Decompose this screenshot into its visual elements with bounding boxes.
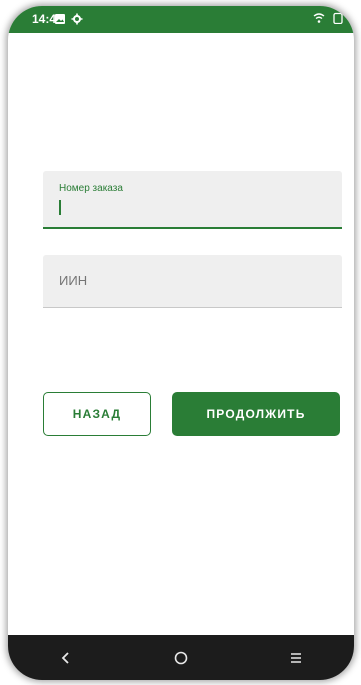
app-screen: Номер заказа НАЗАД ПРОДОЛЖИТЬ <box>8 33 354 635</box>
order-number-input[interactable] <box>59 199 319 214</box>
back-button[interactable]: НАЗАД <box>43 392 151 436</box>
home-icon[interactable] <box>173 650 189 666</box>
status-bar: 14:46 <box>8 6 354 33</box>
order-number-field[interactable]: Номер заказа <box>43 171 342 229</box>
phone-frame: 14:46 Номер заказа ИИН НАЗАД ПРОДОЛЖИТЬ <box>8 6 354 680</box>
continue-button[interactable]: ПРОДОЛЖИТЬ <box>172 392 340 436</box>
image-icon <box>55 14 65 24</box>
iin-input[interactable] <box>59 273 319 288</box>
battery-icon <box>333 12 343 24</box>
settings-icon <box>71 13 83 25</box>
menu-icon[interactable] <box>288 650 304 666</box>
wifi-icon <box>313 13 325 23</box>
iin-field[interactable] <box>43 255 342 308</box>
status-icons-right <box>313 12 344 24</box>
status-icons-left <box>54 13 83 25</box>
system-navigation-bar <box>8 635 354 680</box>
back-icon[interactable] <box>58 650 74 666</box>
order-number-label: Номер заказа <box>59 183 123 194</box>
